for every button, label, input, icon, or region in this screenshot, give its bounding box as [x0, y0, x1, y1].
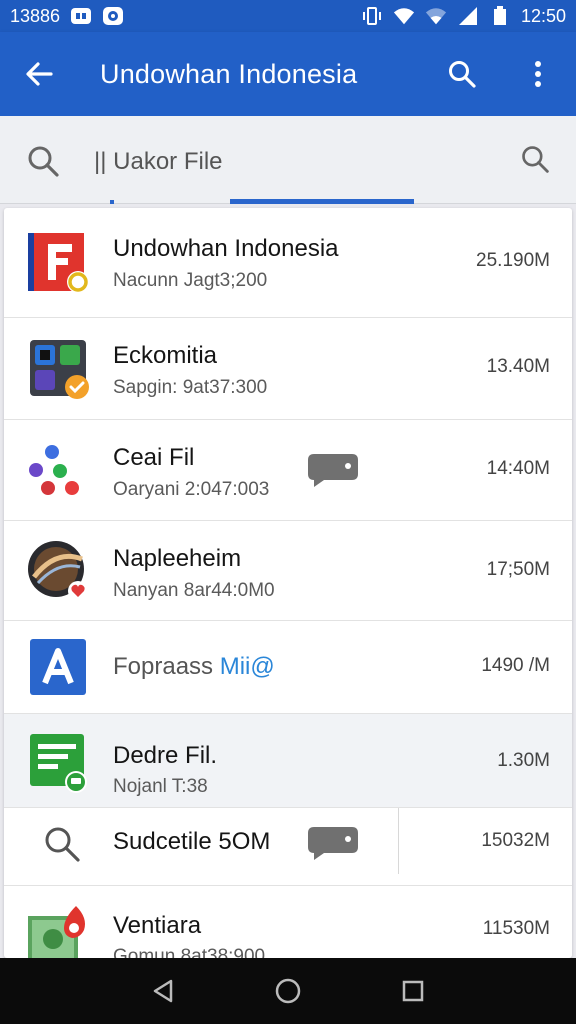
search-icon[interactable]: [26, 144, 60, 183]
item-name: Eckomitia: [113, 342, 218, 369]
item-size: 17;50M: [486, 559, 550, 580]
search-button[interactable]: [424, 32, 500, 116]
wifi-weak-icon: [425, 7, 447, 25]
item-link[interactable]: Mii@: [220, 653, 275, 680]
status-right: 12:50: [361, 6, 566, 27]
item-name: Dedre Fil.: [113, 742, 218, 769]
app-bar: Undowhan Indonesia: [0, 32, 576, 116]
search-icon: [45, 827, 80, 862]
item-size: 1490 /M: [481, 655, 550, 676]
item-size: 1.30M: [497, 750, 550, 771]
item-subtitle: Gomun 8at38:900: [113, 946, 266, 958]
status-bar: 13886 12:50: [0, 0, 576, 32]
item-size: 15032M: [481, 830, 550, 851]
item-name: Sudcetile 5OM: [113, 828, 271, 855]
item-size: 11530M: [482, 918, 550, 939]
item-subtitle: Sapgin: 9at37:300: [113, 377, 268, 398]
search-strip[interactable]: || Uakor File: [0, 116, 576, 204]
item-name: Ceai Fil: [113, 444, 195, 471]
wifi-icon: [393, 7, 415, 25]
money-icon: [28, 906, 85, 958]
item-size: 25.190M: [476, 250, 550, 271]
list-item[interactable]: Ventiara Gomun 8at38:900 11530M: [4, 886, 572, 958]
more-options-button[interactable]: [500, 32, 576, 116]
vibrate-icon: [361, 7, 383, 25]
list-item[interactable]: Fopraass Mii@ 1490 /M: [4, 621, 572, 714]
dots-icon: [29, 445, 79, 495]
chat-icon[interactable]: [306, 452, 360, 488]
search-input[interactable]: || Uakor File: [94, 148, 223, 176]
divider: [398, 808, 399, 874]
letter-a-icon: [30, 639, 86, 695]
status-left: 13886: [10, 6, 124, 27]
signal-icon: [457, 7, 479, 25]
tab-marker: [110, 200, 114, 204]
square-recents-icon: [403, 980, 424, 1002]
chat-icon[interactable]: [306, 825, 360, 861]
recents-nav-button[interactable]: [393, 971, 433, 1011]
circle-home-icon: [275, 978, 301, 1004]
item-subtitle: Nacunn Jagt3;200: [113, 270, 268, 291]
battery-icon: [489, 6, 511, 25]
status-left-text: 13886: [10, 5, 61, 26]
home-nav-button[interactable]: [268, 971, 308, 1011]
more-vert-icon: [535, 61, 541, 87]
arrow-left-icon: [26, 62, 53, 86]
app-notification-icon: [102, 7, 124, 25]
tiles-icon: [30, 340, 89, 399]
status-time: 12:50: [520, 5, 566, 26]
item-subtitle: Nanyan 8ar44:0M0: [113, 580, 275, 601]
search-icon[interactable]: [520, 144, 550, 179]
triangle-back-icon: [153, 979, 172, 1003]
tab-indicator: [230, 199, 414, 204]
list-item[interactable]: Sudcetile 5OM 15032M: [4, 808, 572, 886]
item-name: Undowhan Indonesia: [113, 235, 339, 262]
file-list: Undowhan Indonesia Nacunn Jagt3;200 25.1…: [4, 208, 572, 958]
item-name: Napleeheim: [113, 545, 242, 572]
red-book-icon: [28, 233, 89, 293]
list-item[interactable]: Undowhan Indonesia Nacunn Jagt3;200 25.1…: [4, 208, 572, 318]
back-button[interactable]: [0, 32, 78, 116]
page-title: Undowhan Indonesia: [100, 58, 358, 89]
planet-icon: [28, 541, 88, 601]
green-doc-icon: [30, 734, 87, 793]
list-item[interactable]: Napleeheim Nanyan 8ar44:0M0 17;50M: [4, 521, 572, 621]
list-item[interactable]: Dedre Fil. Nojanl T:38 1.30M: [4, 714, 572, 808]
search-icon: [449, 61, 476, 88]
item-subtitle: Nojanl T:38: [113, 776, 208, 797]
item-subtitle: Oaryani 2:047:003: [113, 479, 270, 500]
item-name: Fopraass Mii@: [113, 653, 275, 680]
navigation-bar: [0, 958, 576, 1024]
list-item[interactable]: Eckomitia Sapgin: 9at37:300 13.40M: [4, 318, 572, 420]
item-name: Ventiara: [113, 912, 202, 939]
item-size: 14:40M: [486, 458, 550, 479]
item-size: 13.40M: [486, 356, 550, 377]
list-item[interactable]: Ceai Fil Oaryani 2:047:003 14:40M: [4, 420, 572, 521]
back-nav-button[interactable]: [143, 971, 183, 1011]
notification-icon: [70, 7, 92, 25]
